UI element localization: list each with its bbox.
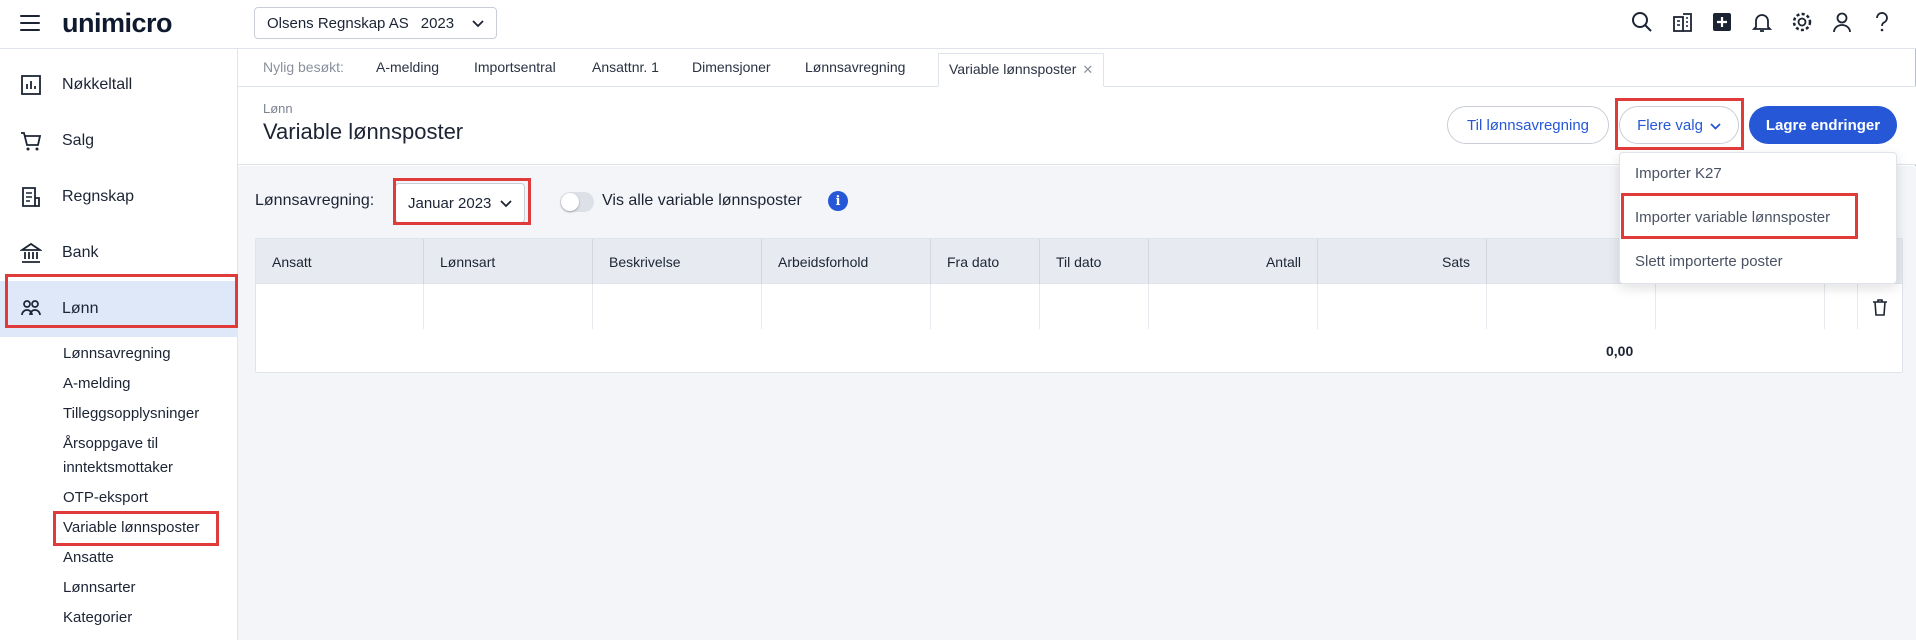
cart-icon <box>20 130 42 152</box>
add-icon[interactable] <box>1710 10 1734 34</box>
sidebar-item-salg[interactable]: Salg <box>0 113 238 169</box>
subnav-arsoppgave-line2[interactable]: inntektsmottaker <box>63 456 173 480</box>
tab-variable-lonnsposter[interactable]: Variable lønnsposter ✕ <box>938 53 1105 87</box>
subnav-tilleggsopplysninger[interactable]: Tilleggsopplysninger <box>63 402 199 426</box>
help-icon[interactable] <box>1870 10 1894 34</box>
sidebar-item-label: Regnskap <box>62 188 135 205</box>
to-payroll-button[interactable]: Til lønnsavregning <box>1447 106 1609 144</box>
subnav-arsoppgave[interactable]: Årsoppgave til <box>63 432 158 456</box>
col-antall[interactable]: Antall <box>1149 239 1318 284</box>
save-button[interactable]: Lagre endringer <box>1749 106 1897 144</box>
menu-item-delete-imported[interactable]: Slett importerte poster <box>1635 253 1783 270</box>
chevron-down-icon <box>472 15 484 32</box>
sidebar-item-bank[interactable]: Bank <box>0 225 238 281</box>
menu-icon[interactable] <box>20 15 40 31</box>
ledger-icon <box>20 186 42 208</box>
chevron-down-icon <box>1710 117 1721 134</box>
company-year: 2023 <box>420 14 455 32</box>
col-lonnsart[interactable]: Lønnsart <box>424 239 593 284</box>
subnav-lonnsavregning[interactable]: Lønnsavregning <box>63 342 171 366</box>
tab-dimensjoner[interactable]: Dimensjoner <box>692 59 771 75</box>
menu-item-import-k27[interactable]: Importer K27 <box>1635 165 1722 182</box>
show-all-toggle[interactable] <box>560 192 594 212</box>
sidebar-item-label: Nøkkeltall <box>62 76 133 93</box>
tab-lonnsavregning[interactable]: Lønnsavregning <box>805 59 905 75</box>
sidebar-item-regnskap[interactable]: Regnskap <box>0 169 238 225</box>
chevron-down-icon <box>500 195 512 212</box>
col-ansatt[interactable]: Ansatt <box>256 239 424 284</box>
sum-total: 0,00 <box>1606 343 1634 359</box>
show-all-label: Vis alle variable lønnsposter <box>602 192 802 209</box>
close-icon[interactable]: ✕ <box>1082 62 1093 77</box>
col-til-dato[interactable]: Til dato <box>1040 239 1149 284</box>
more-options-label: Flere valg <box>1637 116 1703 134</box>
company-name: Olsens Regnskap AS <box>267 14 409 32</box>
payroll-filter-label: Lønnsavregning: <box>255 192 375 209</box>
top-bar: unimicro Olsens Regnskap AS 2023 <box>0 0 1916 49</box>
col-arbeidsforhold[interactable]: Arbeidsforhold <box>762 239 931 284</box>
subnav-lonnsarter[interactable]: Lønnsarter <box>63 576 136 600</box>
subnav-variable-lonnsposter[interactable]: Variable lønnsposter <box>63 516 199 540</box>
table-row[interactable] <box>256 284 1902 329</box>
company-select[interactable]: Olsens Regnskap AS 2023 <box>254 7 497 39</box>
subnav-ansatte[interactable]: Ansatte <box>63 546 114 570</box>
info-icon[interactable]: i <box>828 191 848 211</box>
trash-icon[interactable] <box>1858 284 1902 329</box>
gear-icon[interactable] <box>1790 10 1814 34</box>
col-beskrivelse[interactable]: Beskrivelse <box>593 239 762 284</box>
sidebar-item-lonn[interactable]: Lønn <box>0 281 238 337</box>
sidebar: Nøkkeltall Salg Regnskap Bank Lønn Lønns… <box>0 49 238 640</box>
recent-label: Nylig besøkt: <box>263 59 344 75</box>
search-icon[interactable] <box>1630 10 1654 34</box>
tab-importsentral[interactable]: Importsentral <box>474 59 556 75</box>
breadcrumb[interactable]: Lønn <box>263 101 293 116</box>
subnav-otp-eksport[interactable]: OTP-eksport <box>63 486 148 510</box>
sidebar-item-label: Salg <box>62 132 95 149</box>
app-logo[interactable]: unimicro <box>62 8 173 39</box>
sidebar-item-label: Lønn <box>62 300 99 317</box>
recent-tabs: Nylig besøkt: A-melding Importsentral An… <box>238 49 1916 87</box>
people-icon <box>20 298 42 320</box>
chart-icon <box>20 74 42 96</box>
tab-label: Variable lønnsposter <box>949 61 1077 77</box>
subnav-a-melding[interactable]: A-melding <box>63 372 131 396</box>
more-options-button[interactable]: Flere valg <box>1619 106 1739 144</box>
payroll-period-select[interactable]: Januar 2023 <box>395 183 525 223</box>
tab-ansattnr[interactable]: Ansattnr. 1 <box>592 59 659 75</box>
office-icon[interactable] <box>1670 10 1694 34</box>
period-value: Januar 2023 <box>408 194 492 212</box>
menu-item-import-variable-posts[interactable]: Importer variable lønnsposter <box>1635 209 1830 226</box>
col-sats[interactable]: Sats <box>1318 239 1487 284</box>
page-title: Variable lønnsposter <box>263 119 464 144</box>
sidebar-item-nokkeltall[interactable]: Nøkkeltall <box>0 57 238 113</box>
tab-a-melding[interactable]: A-melding <box>376 59 439 75</box>
sidebar-item-label: Bank <box>62 244 99 261</box>
more-options-menu: Importer K27 Importer variable lønnspost… <box>1619 152 1897 284</box>
bell-icon[interactable] <box>1750 10 1774 34</box>
user-icon[interactable] <box>1830 10 1854 34</box>
bank-icon <box>19 242 43 264</box>
subnav-kategorier[interactable]: Kategorier <box>63 606 132 630</box>
col-fra-dato[interactable]: Fra dato <box>931 239 1040 284</box>
